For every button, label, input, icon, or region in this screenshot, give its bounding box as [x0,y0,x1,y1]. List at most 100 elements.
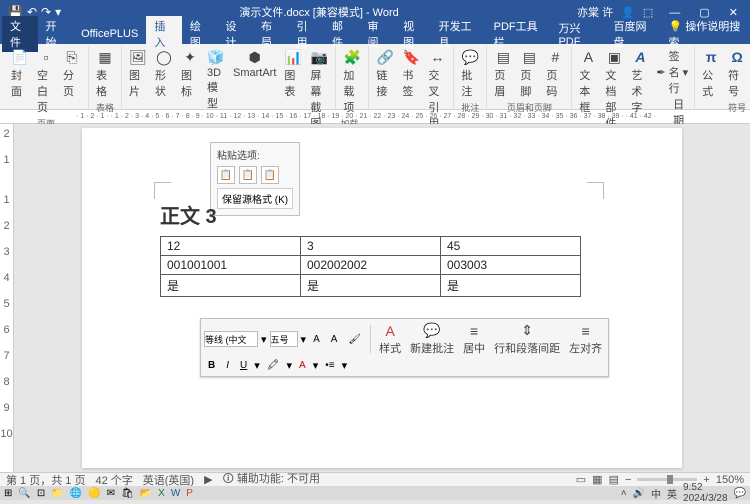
icons-icon: ✦ [181,48,199,66]
page-corner-marks [154,170,604,198]
bookmark-icon: 🔖 [402,48,420,66]
header-button[interactable]: ▤页眉 [491,46,515,101]
view-print-button[interactable]: ▦ [592,473,602,486]
comment-icon: 💬 [461,48,479,66]
chevron-down-icon[interactable]: ▾ [313,359,319,372]
equation-button[interactable]: π公式 [699,46,723,101]
document-heading[interactable]: 正文 3 [160,200,217,229]
blank-page-icon: ▫ [37,48,55,66]
group-symbols: π公式 Ω符号 #编号 符号 [695,46,750,109]
mail-icon[interactable]: ✉ [107,488,115,499]
link-icon: 🔗 [376,48,394,66]
link-button[interactable]: 🔗链接 [373,46,397,101]
3d-models-button[interactable]: 🧊3D 模型 [204,46,228,113]
clock-time[interactable]: 9:522024/3/28 [683,482,728,504]
signature-line-button[interactable]: ✒ 签名行 ▾ [656,48,688,96]
chevron-down-icon[interactable]: ▾ [286,359,292,372]
bullets-button[interactable]: •≡ [321,358,338,373]
table-row[interactable]: 001001001002002002003003 [161,256,581,275]
align-center-icon: ≡ [470,323,478,339]
chrome-icon[interactable]: 🟡 [88,488,100,499]
chart-button[interactable]: 📊图表 [281,46,305,101]
italic-button[interactable]: I [222,358,233,373]
table-row[interactable]: 12345 [161,237,581,256]
styles-button[interactable]: A样式 [376,323,404,356]
align-left-button[interactable]: ≡左对齐 [566,323,605,356]
page-break-button[interactable]: ⎘分页 [60,46,84,101]
quickparts-icon: ▣ [605,48,623,66]
chevron-down-icon[interactable]: ▾ [254,359,260,372]
folder-icon[interactable]: 📂 [140,488,152,499]
start-button[interactable]: ⊞ [4,488,12,499]
symbol-icon: Ω [728,48,746,66]
shapes-icon: ◯ [155,48,173,66]
zoom-slider[interactable] [637,478,697,481]
font-size-select[interactable] [270,331,298,347]
textbox-button[interactable]: A文本框 [576,46,600,117]
grow-font-button[interactable]: A [309,332,324,347]
view-web-button[interactable]: ▤ [609,473,619,486]
document-table[interactable]: 12345 001001001002002002003003 是是是 [160,236,581,297]
tray-chevron-icon[interactable]: ˄ [621,488,627,499]
ribbon-tabs: 文件 开始 OfficePLUS 插入 绘图 设计 布局 引用 邮件 审阅 视图… [0,24,750,44]
explorer-icon[interactable]: 📁 [51,488,63,499]
excel-icon[interactable]: X [158,488,165,499]
chevron-down-icon[interactable]: ▾ [261,333,267,346]
styles-icon: A [385,323,394,339]
view-read-button[interactable]: ▭ [576,473,586,486]
cover-page-button[interactable]: 📄封面 [8,46,32,101]
store-icon[interactable]: 🛍 [121,488,134,499]
network-icon[interactable]: 🔊 [633,488,645,499]
smartart-button[interactable]: ⬢SmartArt [230,46,279,81]
edge-icon[interactable]: 🌐 [70,488,82,499]
vertical-ruler[interactable]: 2112345678910 [0,124,14,474]
table-row[interactable]: 是是是 [161,275,581,297]
new-comment-button[interactable]: 💬新建批注 [407,322,457,356]
group-text: A文本框 ▣文档部件 A艺术字 ✒ 签名行 ▾ 📅 日期和时间 A̲ 首字下沉 … [572,46,695,109]
underline-button[interactable]: U [236,358,251,373]
align-left-icon: ≡ [582,323,590,339]
group-headerfooter: ▤页眉 ▤页脚 #页码 页眉和页脚 [487,46,572,109]
tab-officeplus[interactable]: OfficePLUS [73,26,146,42]
font-color-button[interactable]: A [295,358,310,373]
macro-indicator[interactable]: ▶ [204,473,212,486]
highlight-button[interactable]: 🖍 [263,358,284,373]
bold-button[interactable]: B [204,358,219,373]
word-icon[interactable]: W [171,488,180,499]
pictures-button[interactable]: 🖼图片 [126,46,150,101]
chevron-down-icon[interactable]: ▾ [301,333,307,346]
group-addins: 🧩加载项 加载项 [336,46,369,109]
paste-options-title: 粘贴选项: [217,147,293,162]
shrink-font-button[interactable]: A [327,332,342,347]
page[interactable]: 粘贴选项: 📋 📋 📋 保留源格式 (K) 正文 3 12345 0010010… [82,128,682,468]
ime-lang1[interactable]: 中 [651,486,661,501]
line-spacing-button[interactable]: ⇕行和段落间距 [491,322,563,356]
bookmark-button[interactable]: 🔖书签 [399,46,423,101]
task-view-icon[interactable]: ⊡ [37,488,45,499]
comment-button[interactable]: 💬批注 [458,46,482,101]
group-links: 🔗链接 🔖书签 ↔交叉引用 链接 [369,46,454,109]
footer-button[interactable]: ▤页脚 [517,46,541,101]
screenshot-icon: 📷 [310,48,328,66]
page-number-button[interactable]: #页码 [543,46,567,101]
table-button[interactable]: ▦表格 [93,46,117,101]
ime-lang2[interactable]: 英 [667,486,677,501]
header-icon: ▤ [494,48,512,66]
group-label-symbols: 符号 [728,101,746,115]
blank-page-button[interactable]: ▫空白页 [34,46,58,117]
wordart-button[interactable]: A艺术字 [628,46,652,117]
center-button[interactable]: ≡居中 [460,323,488,356]
comment-icon: 💬 [423,322,440,339]
icons-button[interactable]: ✦图标 [178,46,202,101]
symbol-button[interactable]: Ω符号 [725,46,749,101]
format-painter-button[interactable]: 🖌 [344,332,365,347]
chevron-down-icon[interactable]: ▾ [342,359,348,372]
wordart-icon: A [631,48,649,66]
notifications-icon[interactable]: 💬 [734,488,746,499]
group-comments: 💬批注 批注 [454,46,487,109]
shapes-button[interactable]: ◯形状 [152,46,176,101]
addins-button[interactable]: 🧩加载项 [340,46,364,117]
powerpoint-icon[interactable]: P [186,488,193,499]
search-icon[interactable]: 🔍 [18,488,30,499]
font-family-select[interactable] [204,331,258,347]
